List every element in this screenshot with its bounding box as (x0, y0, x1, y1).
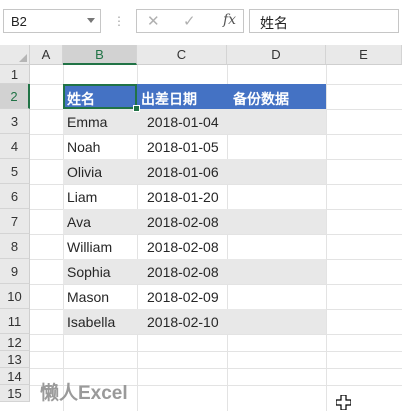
select-all-button[interactable] (0, 45, 30, 65)
table-cell-date[interactable]: 2018-02-08 (147, 239, 219, 255)
name-box[interactable]: B2 (3, 9, 101, 33)
row-header[interactable]: 8 (0, 234, 30, 259)
row-header[interactable]: 1 (0, 65, 30, 84)
column-header-e[interactable]: E (326, 45, 402, 65)
gridline (326, 65, 327, 411)
select-all-icon (19, 54, 27, 62)
watermark-logo: 懒人Excel (40, 383, 128, 404)
table-cell-name[interactable]: William (67, 239, 112, 255)
fill-handle[interactable] (133, 105, 140, 112)
table-cell-name[interactable]: Mason (67, 289, 109, 305)
formula-bar: B2 ⋮ ✕ ✓ fx 姓名 (0, 0, 402, 43)
name-box-value: B2 (11, 14, 27, 29)
table-cell-date[interactable]: 2018-01-06 (147, 164, 219, 180)
table-cell-name[interactable]: Ava (67, 214, 91, 230)
table-cell-date[interactable]: 2018-01-20 (147, 189, 219, 205)
table-cell-name[interactable]: Liam (67, 189, 97, 205)
column-header-c[interactable]: C (137, 45, 227, 65)
formula-buttons: ✕ ✓ fx (136, 9, 244, 33)
gridline (30, 368, 402, 369)
row-header[interactable]: 2 (0, 84, 30, 109)
row-header[interactable]: 14 (0, 368, 30, 385)
formula-input-value: 姓名 (260, 15, 288, 31)
column-header-a[interactable]: A (30, 45, 63, 65)
row-header[interactable]: 3 (0, 109, 30, 134)
cancel-icon[interactable]: ✕ (147, 12, 160, 30)
table-cell-date[interactable]: 2018-01-05 (147, 139, 219, 155)
table-cell-date[interactable]: 2018-02-08 (147, 264, 219, 280)
table-cell-name[interactable]: Isabella (67, 314, 115, 330)
gridline (30, 184, 402, 185)
row-header[interactable]: 11 (0, 309, 30, 334)
chevron-down-icon[interactable] (87, 18, 95, 23)
insert-function-icon[interactable]: fx (223, 12, 236, 28)
gridline (30, 334, 402, 335)
row-header[interactable]: 12 (0, 334, 30, 351)
gridline (30, 234, 402, 235)
row-header[interactable]: 13 (0, 351, 30, 368)
table-cell-date[interactable]: 2018-02-09 (147, 289, 219, 305)
enter-icon[interactable]: ✓ (183, 12, 196, 30)
drag-handle-icon[interactable]: ⋮ (113, 14, 126, 28)
row-header[interactable]: 10 (0, 284, 30, 309)
header-cell-backup[interactable]: 备份数据 (233, 89, 289, 109)
column-header-d[interactable]: D (227, 45, 326, 65)
table-cell-date[interactable]: 2018-01-04 (147, 114, 219, 130)
gridline (30, 351, 402, 352)
crosshair-cursor-icon (336, 395, 351, 410)
table-cell-date[interactable]: 2018-02-08 (147, 214, 219, 230)
table-cell-name[interactable]: Noah (67, 139, 100, 155)
active-cell-border (63, 84, 137, 109)
row-header[interactable]: 5 (0, 159, 30, 184)
table-cell-name[interactable]: Olivia (67, 164, 102, 180)
header-cell-date[interactable]: 出差日期 (141, 89, 197, 109)
table-cell-name[interactable]: Emma (67, 114, 107, 130)
formula-input[interactable]: 姓名 (249, 9, 399, 33)
spreadsheet-grid[interactable]: A B C D E 1 2 3 4 5 6 7 8 9 10 11 12 13 … (0, 45, 402, 411)
gridline (30, 284, 402, 285)
row-header[interactable]: 7 (0, 209, 30, 234)
gridline (30, 134, 402, 135)
row-header[interactable]: 15 (0, 385, 30, 402)
table-cell-name[interactable]: Sophia (67, 264, 111, 280)
row-header[interactable]: 6 (0, 184, 30, 209)
row-header[interactable]: 9 (0, 259, 30, 284)
row-header[interactable]: 4 (0, 134, 30, 159)
table-cell-date[interactable]: 2018-02-10 (147, 314, 219, 330)
column-header-b[interactable]: B (63, 45, 137, 65)
